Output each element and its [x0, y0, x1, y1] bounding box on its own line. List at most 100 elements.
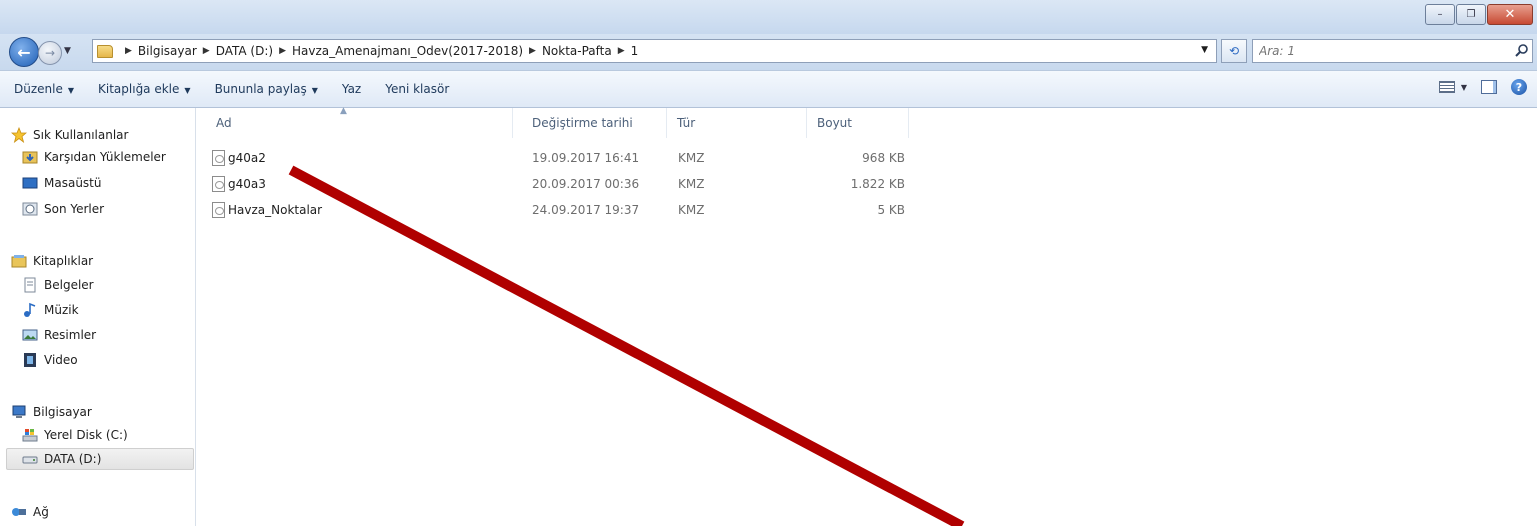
navigation-pane: Sık Kullanılanlar Karşıdan Yüklemeler Ma… — [0, 108, 196, 526]
file-size: 1.822 KB — [850, 177, 905, 191]
column-header-label: Boyut — [817, 116, 852, 130]
refresh-button[interactable]: ⟲ — [1221, 39, 1247, 63]
chevron-right-icon[interactable]: ▶ — [125, 46, 132, 56]
column-header-label: Değiştirme tarihi — [532, 116, 633, 130]
new-folder-button[interactable]: Yeni klasör — [373, 82, 461, 96]
help-icon[interactable]: ? — [1511, 79, 1527, 95]
search-box — [1252, 39, 1533, 63]
desktop-icon — [22, 177, 38, 189]
share-with-label: Bununla paylaş — [214, 82, 307, 96]
column-header-size[interactable]: Boyut — [808, 108, 909, 138]
nav-item-data-d[interactable]: DATA (D:) — [6, 448, 194, 470]
column-header-date[interactable]: Değiştirme tarihi — [523, 108, 667, 138]
nav-item-music[interactable]: Müzik — [22, 299, 79, 321]
chevron-down-icon: ▼ — [311, 86, 318, 95]
file-row[interactable]: Havza_Noktalar 24.09.2017 19:37 KMZ 5 KB — [212, 200, 912, 222]
minimize-button[interactable]: – — [1425, 4, 1455, 25]
nav-item-label: Müzik — [44, 303, 79, 317]
command-bar: Düzenle ▼ Kitaplığa ekle ▼ Bununla paylaş ▼… — [0, 70, 1537, 108]
column-header-name[interactable]: Ad ▲ — [207, 106, 513, 138]
breadcrumb-item[interactable]: DATA (D:) — [216, 44, 273, 58]
video-icon — [24, 353, 36, 367]
nav-item-recent-places[interactable]: Son Yerler — [22, 198, 104, 220]
breadcrumb-item[interactable]: Nokta-Pafta — [542, 44, 612, 58]
window-controls: – ❐ ✕ — [1424, 4, 1533, 25]
nav-item-label: Video — [44, 353, 78, 367]
file-icon — [212, 150, 225, 166]
nav-item-documents[interactable]: Belgeler — [22, 274, 94, 296]
recent-places-icon — [22, 202, 38, 216]
nav-network-label: Ağ — [33, 505, 49, 519]
nav-item-downloads[interactable]: Karşıdan Yüklemeler — [22, 146, 166, 168]
file-icon — [212, 202, 225, 218]
file-date: 24.09.2017 19:37 — [532, 203, 640, 217]
file-type: KMZ — [678, 203, 705, 217]
column-header-label: Ad — [216, 116, 232, 130]
nav-item-video[interactable]: Video — [22, 349, 78, 371]
search-input[interactable] — [1259, 44, 1499, 58]
breadcrumb: ▶ Bilgisayar ▶ DATA (D:) ▶ Havza_Amenajm… — [119, 44, 638, 58]
drive-icon — [22, 456, 38, 464]
organize-label: Düzenle — [14, 82, 63, 96]
chevron-right-icon[interactable]: ▶ — [279, 46, 286, 56]
nav-item-local-disk-c[interactable]: Yerel Disk (C:) — [22, 424, 128, 446]
address-row: ← → ▼ ▶ Bilgisayar ▶ DATA (D:) ▶ Havza_A… — [0, 34, 1537, 70]
file-name: g40a3 — [228, 177, 266, 191]
add-to-library-menu[interactable]: Kitaplığa ekle ▼ — [86, 82, 203, 96]
preview-pane-icon[interactable] — [1481, 80, 1497, 94]
chevron-down-icon: ▼ — [67, 86, 75, 95]
address-bar[interactable]: ▶ Bilgisayar ▶ DATA (D:) ▶ Havza_Amenajm… — [92, 39, 1217, 63]
nav-item-label: Resimler — [44, 328, 97, 342]
nav-libraries-label: Kitaplıklar — [33, 254, 94, 268]
nav-favorites[interactable]: Sık Kullanılanlar — [11, 124, 128, 146]
file-type: KMZ — [678, 177, 705, 191]
music-icon — [24, 302, 36, 317]
chevron-down-icon: ▼ — [184, 86, 191, 95]
nav-favorites-label: Sık Kullanılanlar — [33, 128, 129, 142]
nav-network[interactable]: Ağ — [11, 501, 49, 523]
file-row[interactable]: g40a2 19.09.2017 16:41 KMZ 968 KB — [212, 148, 912, 170]
burn-button[interactable]: Yaz — [330, 82, 373, 96]
share-with-menu[interactable]: Bununla paylaş ▼ — [203, 82, 330, 96]
folder-icon — [97, 44, 113, 58]
column-header-type[interactable]: Tür — [668, 108, 807, 138]
nav-item-label: Masaüstü — [44, 176, 102, 190]
title-bar: – ❐ ✕ — [0, 0, 1537, 34]
nav-libraries[interactable]: Kitaplıklar — [11, 250, 93, 272]
maximize-button[interactable]: ❐ — [1456, 4, 1486, 25]
close-button[interactable]: ✕ — [1487, 4, 1533, 25]
nav-item-label: Son Yerler — [44, 202, 105, 216]
computer-icon — [12, 405, 26, 418]
file-icon — [212, 176, 225, 192]
breadcrumb-item[interactable]: Havza_Amenajmanı_Odev(2017-2018) — [292, 44, 523, 58]
chevron-down-icon[interactable]: ▼ — [1461, 83, 1467, 92]
organize-menu[interactable]: Düzenle ▼ — [2, 82, 86, 96]
file-row[interactable]: g40a3 20.09.2017 00:36 KMZ 1.822 KB — [212, 174, 912, 196]
file-type: KMZ — [678, 151, 705, 165]
document-icon — [24, 277, 36, 293]
breadcrumb-item[interactable]: 1 — [631, 44, 639, 58]
chevron-right-icon[interactable]: ▶ — [529, 46, 536, 56]
chevron-down-icon[interactable]: ▼ — [1201, 45, 1208, 55]
view-options-icon[interactable] — [1438, 81, 1455, 93]
view-controls: ▼ ? — [1438, 79, 1527, 95]
column-header-label: Tür — [677, 116, 696, 130]
nav-computer[interactable]: Bilgisayar — [11, 401, 92, 423]
search-icon[interactable] — [1514, 43, 1530, 59]
chevron-right-icon[interactable]: ▶ — [618, 46, 625, 56]
star-icon — [11, 127, 27, 143]
file-date: 20.09.2017 00:36 — [532, 177, 640, 191]
add-to-library-label: Kitaplığa ekle — [98, 82, 180, 96]
back-button[interactable]: ← — [9, 37, 39, 67]
recent-pages-dropdown[interactable]: ▼ — [64, 46, 71, 56]
nav-item-label: DATA (D:) — [44, 452, 102, 466]
chevron-right-icon[interactable]: ▶ — [203, 46, 210, 56]
nav-item-label: Belgeler — [44, 278, 94, 292]
breadcrumb-item[interactable]: Bilgisayar — [138, 44, 197, 58]
nav-item-pictures[interactable]: Resimler — [22, 324, 96, 346]
windows-drive-icon — [22, 429, 38, 442]
nav-item-label: Karşıdan Yüklemeler — [44, 150, 166, 164]
burn-label: Yaz — [341, 82, 362, 96]
forward-button[interactable]: → — [38, 41, 62, 65]
nav-item-desktop[interactable]: Masaüstü — [22, 172, 101, 194]
